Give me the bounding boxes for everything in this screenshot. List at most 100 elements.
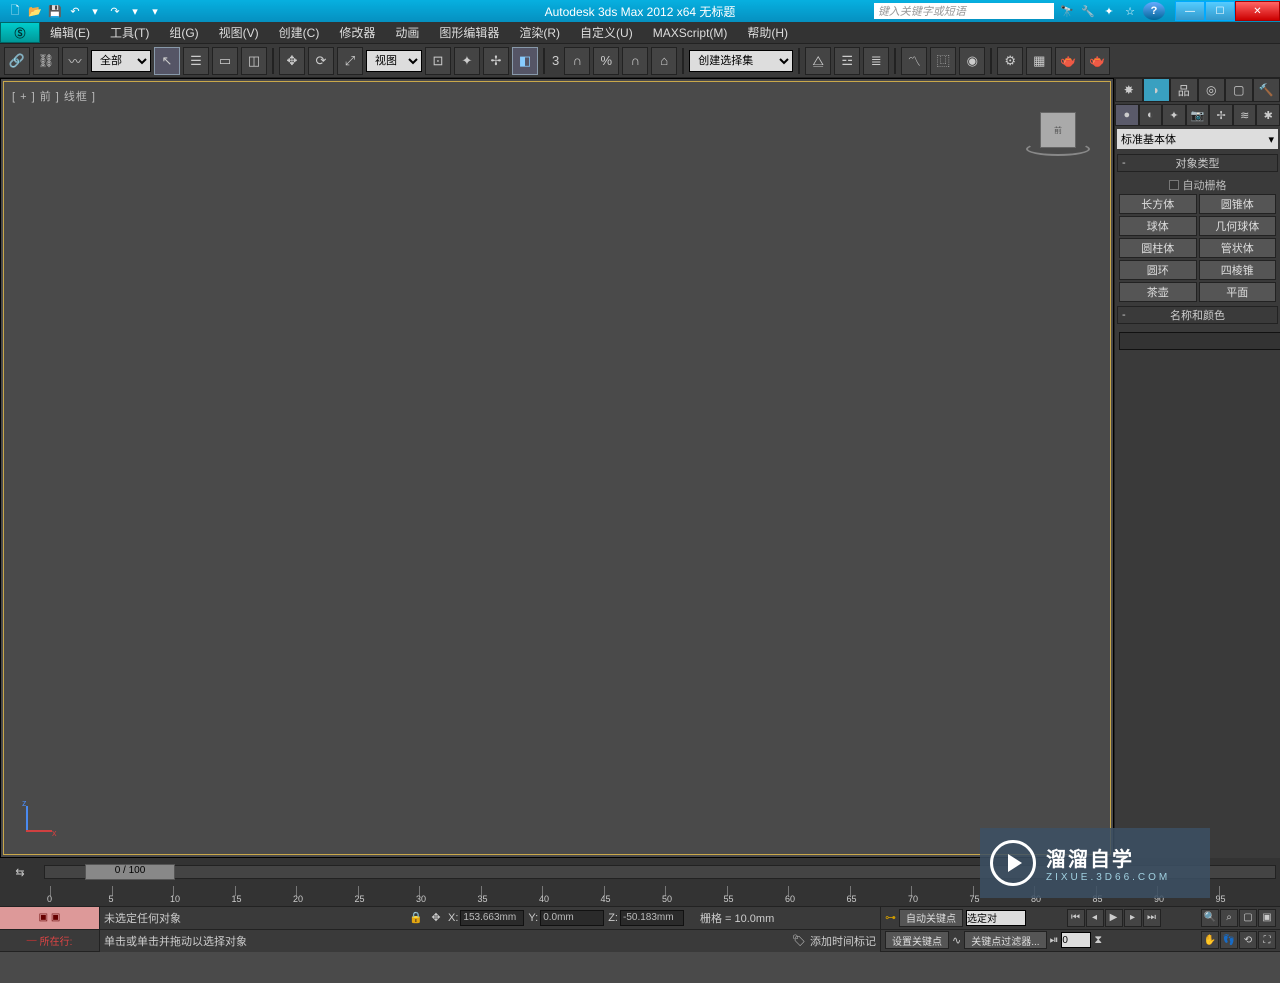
rollout-name-color[interactable]: -名称和颜色 (1117, 306, 1278, 324)
obj-cylinder-button[interactable]: 圆柱体 (1119, 238, 1197, 258)
tag-icon[interactable]: 🏷 (792, 934, 806, 947)
rollout-object-type[interactable]: -对象类型 (1117, 154, 1278, 172)
key-mode-toggle-icon[interactable]: ⏯ (1050, 934, 1059, 947)
viewport[interactable]: [ + ] 前 ] 线框 ] 前 zx (0, 78, 1114, 858)
rendered-frame-icon[interactable]: ▦ (1026, 47, 1052, 75)
selection-filter-select[interactable]: 全部 (91, 50, 151, 72)
subtab-systems-icon[interactable]: ✱ (1256, 104, 1280, 126)
help-search-input[interactable]: 键入关键字或短语 (874, 3, 1054, 19)
coord-z-input[interactable] (620, 910, 684, 926)
select-by-name-icon[interactable]: ☰ (183, 47, 209, 75)
obj-sphere-button[interactable]: 球体 (1119, 216, 1197, 236)
tab-modify-icon[interactable]: ◗ (1143, 78, 1171, 102)
named-sel-set-select[interactable]: 创建选择集 (689, 50, 793, 72)
select-manipulate-icon[interactable]: ✦ (454, 47, 480, 75)
scale-icon[interactable]: ⤢ (337, 47, 363, 75)
subtab-cameras-icon[interactable]: 📷 (1186, 104, 1210, 126)
nav-orbit-icon[interactable]: ⟲ (1239, 931, 1257, 949)
obj-pyramid-button[interactable]: 四棱锥 (1199, 260, 1277, 280)
tab-display-icon[interactable]: ▢ (1225, 78, 1253, 102)
undo-drop-icon[interactable]: ▾ (86, 3, 104, 19)
bind-spacewarp-icon[interactable]: 〰 (62, 47, 88, 75)
favorite-icon[interactable]: ☆ (1121, 3, 1139, 19)
wrench-icon[interactable]: 🔧 (1079, 3, 1097, 19)
key-mode-select[interactable] (966, 910, 1026, 926)
undo-icon[interactable]: ↶ (66, 3, 84, 19)
goto-end-icon[interactable]: ⏭ (1143, 909, 1161, 927)
app-button[interactable]: Ⓢ (0, 22, 40, 43)
autogrid-checkbox[interactable]: 自动栅格 (1119, 176, 1276, 194)
subtab-shapes-icon[interactable]: ◐ (1139, 104, 1163, 126)
tab-utilities-icon[interactable]: 🔨 (1253, 78, 1280, 102)
nav-fov-icon[interactable]: ▢ (1239, 909, 1257, 927)
keyboard-shortcut-icon[interactable]: ✢ (483, 47, 509, 75)
prev-frame-icon[interactable]: ◂ (1086, 909, 1104, 927)
menu-create[interactable]: 创建(C) (269, 22, 330, 43)
render-setup-icon[interactable]: ⚙ (997, 47, 1023, 75)
minimize-button[interactable]: — (1175, 1, 1205, 21)
coord-y-input[interactable] (540, 910, 604, 926)
redo-icon[interactable]: ↷ (106, 3, 124, 19)
key-icon[interactable]: ⊶ (885, 911, 896, 924)
subtab-spacewarps-icon[interactable]: ≋ (1233, 104, 1257, 126)
lock-icon[interactable]: 🔒 (408, 910, 424, 926)
obj-torus-button[interactable]: 圆环 (1119, 260, 1197, 280)
script-mini-1[interactable]: ▣ ▣ (0, 907, 99, 930)
close-button[interactable]: ✕ (1235, 1, 1280, 21)
pivot-center-icon[interactable]: ⊡ (425, 47, 451, 75)
subtab-helpers-icon[interactable]: ✢ (1209, 104, 1233, 126)
set-key-button[interactable]: 设置关键点 (885, 931, 949, 949)
qat-more-icon[interactable]: ▾ (146, 3, 164, 19)
menu-customize[interactable]: 自定义(U) (570, 22, 643, 43)
align-icon[interactable]: ☲ (834, 47, 860, 75)
menu-render[interactable]: 渲染(R) (509, 22, 570, 43)
open-icon[interactable]: 📂 (26, 3, 44, 19)
curve-editor-icon[interactable]: 〽 (901, 47, 927, 75)
select-object-icon[interactable]: ↖ (154, 47, 180, 75)
schematic-view-icon[interactable]: ⿶ (930, 47, 956, 75)
ref-coord-select[interactable]: 视图 (366, 50, 422, 72)
viewcube[interactable]: 前 (1026, 112, 1090, 162)
render-iterative-icon[interactable]: 🫖 (1084, 47, 1110, 75)
link-icon[interactable]: 🔗 (4, 47, 30, 75)
menu-animation[interactable]: 动画 (385, 22, 429, 43)
obj-box-button[interactable]: 长方体 (1119, 194, 1197, 214)
add-time-marker[interactable]: 添加时间标记 (810, 933, 876, 949)
layers-icon[interactable]: ≣ (863, 47, 889, 75)
key-filter-button[interactable]: 关键点过滤器... (964, 931, 1046, 949)
key-filter-graph-icon[interactable]: ∿ (952, 934, 961, 947)
nav-zoom-icon[interactable]: 🔍 (1201, 909, 1219, 927)
subtab-geometry-icon[interactable]: ● (1115, 104, 1139, 126)
binoculars-icon[interactable]: 🔭 (1058, 3, 1076, 19)
menu-edit[interactable]: 编辑(E) (40, 22, 100, 43)
obj-geosphere-button[interactable]: 几何球体 (1199, 216, 1277, 236)
coord-x-input[interactable] (460, 910, 524, 926)
snap-toggle-icon[interactable]: ◧ (512, 47, 538, 75)
edged-faces-icon[interactable]: ⌂ (651, 47, 677, 75)
render-production-icon[interactable]: 🫖 (1055, 47, 1081, 75)
nav-pan-icon[interactable]: ✋ (1201, 931, 1219, 949)
menu-views[interactable]: 视图(V) (209, 22, 269, 43)
nav-region-icon[interactable]: ▣ (1258, 909, 1276, 927)
menu-maxscript[interactable]: MAXScript(M) (643, 22, 738, 43)
percent-snap-icon[interactable]: % (593, 47, 619, 75)
star-icon[interactable]: ✦ (1100, 3, 1118, 19)
menu-help[interactable]: 帮助(H) (737, 22, 798, 43)
play-icon[interactable]: ▶ (1105, 909, 1123, 927)
help-icon[interactable]: ? (1143, 2, 1165, 20)
move-icon[interactable]: ✥ (279, 47, 305, 75)
maximize-button[interactable]: ☐ (1205, 1, 1235, 21)
unlink-icon[interactable]: ⛓ (33, 47, 59, 75)
spinner-snap-icon[interactable]: ∩ (622, 47, 648, 75)
subtab-lights-icon[interactable]: ✦ (1162, 104, 1186, 126)
tab-create-icon[interactable]: ✸ (1115, 78, 1143, 102)
select-region-rect-icon[interactable]: ▭ (212, 47, 238, 75)
auto-key-button[interactable]: 自动关键点 (899, 909, 963, 927)
next-frame-icon[interactable]: ▸ (1124, 909, 1142, 927)
window-crossing-icon[interactable]: ◫ (241, 47, 267, 75)
current-frame-input[interactable] (1061, 932, 1091, 948)
time-slider-thumb[interactable]: 0 / 100 (85, 864, 175, 880)
rotate-icon[interactable]: ⟳ (308, 47, 334, 75)
goto-start-icon[interactable]: ⏮ (1067, 909, 1085, 927)
obj-tube-button[interactable]: 管状体 (1199, 238, 1277, 258)
